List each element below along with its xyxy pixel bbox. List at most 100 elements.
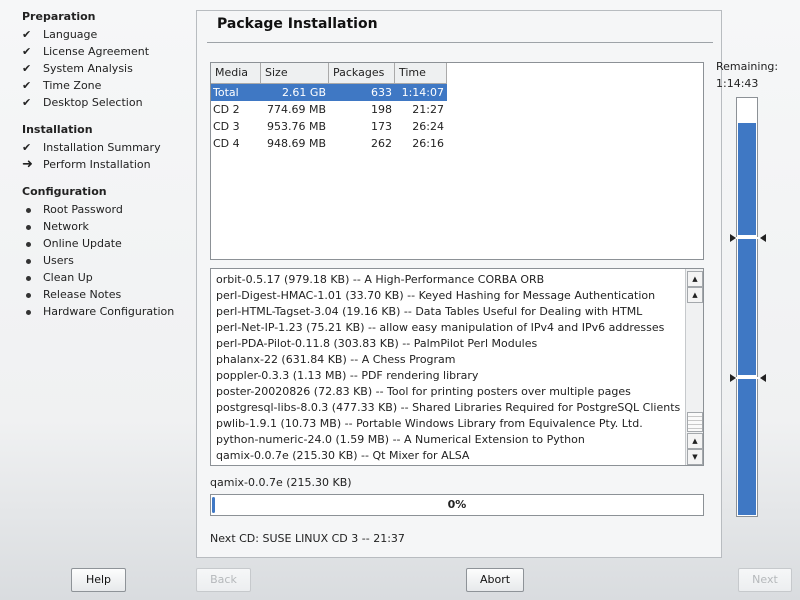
step-label: Clean Up	[43, 271, 93, 284]
cell-size: 953.76 MB	[266, 120, 326, 133]
step-label: Users	[43, 254, 74, 267]
table-header: Media Size Packages Time	[211, 63, 447, 84]
package-progress-bar: 0%	[210, 494, 704, 516]
next-button[interactable]: Next	[738, 568, 792, 592]
sidebar-step-desktop-selection: ✔ Desktop Selection	[22, 94, 143, 111]
step-label: Perform Installation	[43, 158, 151, 171]
scroll-up-arrow-icon[interactable]: ▲	[687, 433, 703, 449]
log-line: perl-Net-IP-1.23 (75.21 KB) -- allow eas…	[216, 321, 665, 334]
log-line: qamix-0.0.7e (215.30 KB) -- Qt Mixer for…	[216, 449, 470, 462]
step-label: Root Password	[43, 203, 123, 216]
help-button[interactable]: Help	[71, 568, 126, 592]
sidebar: Preparation ✔ Language ✔ License Agreement…	[0, 0, 195, 560]
sidebar-step-license-agreement: ✔ License Agreement	[22, 43, 149, 60]
sidebar-step-perform-installation: ➜ Perform Installation	[22, 156, 151, 173]
cell-media: CD 4	[213, 137, 240, 150]
media-table[interactable]: Media Size Packages Time Total 2.61 GB 6…	[210, 62, 704, 260]
log-line: python-numeric-24.0 (1.59 MB) -- A Numer…	[216, 433, 585, 446]
sidebar-step-system-analysis: ✔ System Analysis	[22, 60, 133, 77]
column-header-time[interactable]: Time	[395, 63, 447, 83]
bullet-icon	[22, 286, 38, 303]
abort-button[interactable]: Abort	[466, 568, 524, 592]
sidebar-step-root-password: Root Password	[22, 201, 123, 218]
sidebar-step-installation-summary: ✔ Installation Summary	[22, 139, 161, 156]
table-row[interactable]: Total 2.61 GB 633 1:14:07	[211, 84, 447, 101]
step-label: Time Zone	[43, 79, 102, 92]
log-line: poppler-0.3.3 (1.13 MB) -- PDF rendering…	[216, 369, 479, 382]
checkmark-icon: ✔	[22, 96, 32, 109]
column-header-size[interactable]: Size	[261, 63, 329, 83]
scroll-down-arrow-icon[interactable]: ▼	[687, 449, 703, 465]
cell-packages: 633	[371, 86, 392, 99]
log-line: perl-HTML-Tagset-3.04 (19.16 KB) -- Data…	[216, 305, 643, 318]
bullet-icon	[22, 201, 38, 218]
log-line: postgresql-libs-8.0.3 (477.33 KB) -- Sha…	[216, 401, 681, 414]
table-row[interactable]: CD 3 953.76 MB 173 26:24	[211, 118, 447, 135]
bullet-icon	[22, 252, 38, 269]
cell-packages: 198	[371, 103, 392, 116]
step-label: Online Update	[43, 237, 122, 250]
sidebar-step-release-notes: Release Notes	[22, 286, 121, 303]
main-panel: Package Installation Media Size Packages…	[196, 10, 722, 558]
cd-boundary-marker	[730, 374, 766, 382]
remaining-segment	[738, 239, 756, 375]
table-row[interactable]: CD 4 948.69 MB 262 26:16	[211, 135, 447, 152]
cell-time: 26:16	[412, 137, 444, 150]
sidebar-step-network: Network	[22, 218, 89, 235]
sidebar-step-hardware-configuration: Hardware Configuration	[22, 303, 174, 320]
step-label: Network	[43, 220, 89, 233]
log-line: perl-PDA-Pilot-0.11.8 (303.83 KB) -- Pal…	[216, 337, 538, 350]
log-scrollbar[interactable]: ▲ ▲ ▲ ▼	[685, 269, 703, 465]
cell-media: CD 3	[213, 120, 240, 133]
step-label: Hardware Configuration	[43, 305, 175, 318]
log-line: orbit-0.5.17 (979.18 KB) -- A High-Perfo…	[216, 273, 545, 286]
section-title-installation: Installation	[22, 123, 93, 136]
bullet-icon	[22, 269, 38, 286]
remaining-segment	[738, 379, 756, 515]
scroll-up-arrow-icon[interactable]: ▲	[687, 287, 703, 303]
log-line: phalanx-22 (631.84 KB) -- A Chess Progra…	[216, 353, 456, 366]
cell-packages: 262	[371, 137, 392, 150]
remaining-value: 1:14:43	[716, 77, 759, 90]
cell-time: 1:14:07	[401, 86, 444, 99]
scrollbar-thumb[interactable]	[687, 412, 703, 432]
remaining-label: Remaining:	[716, 60, 779, 73]
table-row[interactable]: CD 2 774.69 MB 198 21:27	[211, 101, 447, 118]
log-line: perl-Digest-HMAC-1.01 (33.70 KB) -- Keye…	[216, 289, 656, 302]
cell-media: Total	[213, 86, 239, 99]
step-label: License Agreement	[43, 45, 150, 58]
cell-time: 21:27	[412, 103, 444, 116]
bullet-icon	[22, 303, 38, 320]
checkmark-icon: ✔	[22, 79, 32, 92]
back-button[interactable]: Back	[196, 568, 251, 592]
step-label: Desktop Selection	[43, 96, 143, 109]
remaining-progress-bar	[736, 97, 758, 517]
sidebar-step-clean-up: Clean Up	[22, 269, 93, 286]
bullet-icon	[22, 235, 38, 252]
checkmark-icon: ✔	[22, 45, 32, 58]
page-title: Package Installation	[217, 16, 378, 32]
step-label: System Analysis	[43, 62, 133, 75]
scroll-up-arrow-icon[interactable]: ▲	[687, 271, 703, 287]
cell-size: 948.69 MB	[266, 137, 326, 150]
arrow-right-icon: ➜	[22, 157, 33, 172]
remaining-segment	[738, 123, 756, 235]
step-label: Language	[43, 28, 98, 41]
next-cd-label: Next CD: SUSE LINUX CD 3 -- 21:37	[210, 532, 405, 545]
section-title-preparation: Preparation	[22, 10, 96, 23]
bullet-icon	[22, 218, 38, 235]
section-title-configuration: Configuration	[22, 185, 107, 198]
column-header-packages[interactable]: Packages	[329, 63, 395, 83]
checkmark-icon: ✔	[22, 62, 32, 75]
column-header-media[interactable]: Media	[211, 63, 261, 83]
checkmark-icon: ✔	[22, 28, 32, 41]
cell-media: CD 2	[213, 103, 240, 116]
step-label: Release Notes	[43, 288, 122, 301]
cell-size: 774.69 MB	[266, 103, 326, 116]
sidebar-step-online-update: Online Update	[22, 235, 122, 252]
package-log[interactable]: orbit-0.5.17 (979.18 KB) -- A High-Perfo…	[210, 268, 704, 466]
checkmark-icon: ✔	[22, 141, 32, 154]
cd-boundary-marker	[730, 234, 766, 242]
log-line: pwlib-1.9.1 (10.73 MB) -- Portable Windo…	[216, 417, 643, 430]
package-progress-text: 0%	[447, 498, 467, 511]
